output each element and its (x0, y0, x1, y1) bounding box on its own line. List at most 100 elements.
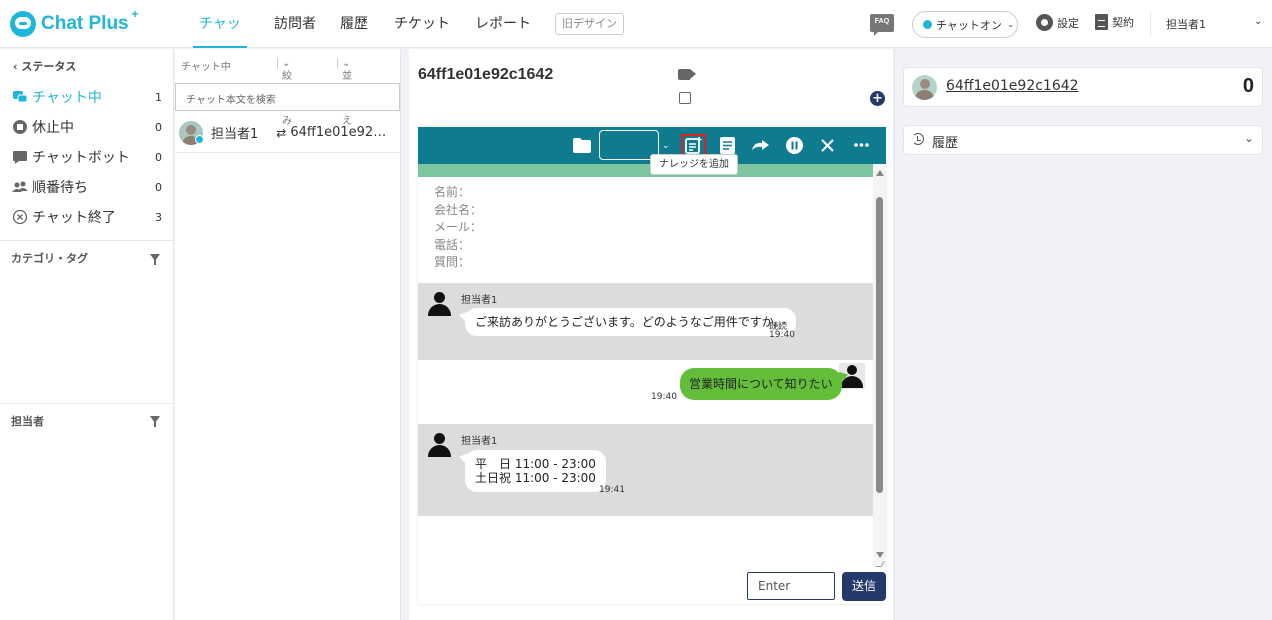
scroll-thumb[interactable] (876, 197, 883, 493)
assignee-filter-icon[interactable] (150, 416, 160, 427)
sidebar-item-ended[interactable]: チャット終了 3 (12, 206, 162, 228)
folder-icon[interactable] (573, 138, 591, 153)
add-circle-icon[interactable]: + (870, 91, 885, 106)
memo-icon[interactable] (679, 92, 691, 104)
operator-name: 担当者1 (461, 436, 498, 447)
tab-report[interactable]: レポート (475, 0, 531, 48)
category-filter-icon[interactable] (150, 254, 160, 265)
chat-list-header: チャット中 絞り込み ⌄ 並び替え ⌄ (175, 49, 401, 127)
transfer-icon[interactable] (751, 139, 771, 152)
sidebar-item-count: 0 (155, 150, 162, 164)
chat-search-input[interactable]: チャット本文を検索 (175, 83, 400, 111)
form-field-question: 質問： (434, 255, 471, 269)
document-list-icon[interactable] (720, 137, 735, 154)
close-circle-icon (12, 209, 28, 225)
history-icon (912, 133, 924, 145)
send-button[interactable]: 送信 (842, 572, 886, 601)
scroll-up-icon[interactable] (876, 170, 884, 176)
sort-dropdown[interactable]: 並び替え ⌄ (337, 58, 352, 127)
tab-chat[interactable]: チャット (193, 0, 247, 80)
chat-list-status-label: チャット中 (181, 62, 231, 73)
more-icon[interactable] (854, 143, 869, 147)
settings-label: 設定 (1057, 16, 1079, 30)
pause-icon[interactable] (786, 137, 803, 154)
sidebar-divider (0, 403, 174, 404)
sidebar-item-label: 順番待ち (32, 180, 88, 196)
status-section-title[interactable]: ‹ ステータス (13, 58, 76, 74)
sidebar-item-paused[interactable]: 休止中 0 (12, 116, 162, 138)
visitor-detail-panel: 64ff1e01e92c1642 0 履歴 ⌄ (894, 49, 1272, 620)
user-menu-chevron-icon[interactable]: ⌄ (1254, 16, 1262, 27)
gear-icon (1036, 14, 1053, 31)
hours-line-weekday: 平 日 11:00 - 23:00 (475, 457, 596, 471)
category-tag-title: カテゴリ・タグ (11, 252, 88, 265)
history-accordion[interactable]: 履歴 ⌄ (903, 125, 1263, 155)
old-design-button[interactable]: 旧デザイン (555, 13, 624, 35)
chat-list-panel: チャット中 絞り込み ⌄ 並び替え ⌄ チャット本文を検索 担当者1 ⇄ 64f… (175, 49, 401, 620)
visitor-card: 64ff1e01e92c1642 0 (903, 67, 1263, 107)
tab-visitors[interactable]: 訪問者 (274, 0, 316, 48)
visitor-form-fields: 名前： 会社名： メール： 電話： 質問： (434, 184, 482, 272)
filter-dropdown[interactable]: 絞り込み ⌄ (277, 58, 292, 127)
user-menu[interactable]: 担当者1 (1166, 16, 1206, 32)
visitor-count: 0 (1242, 75, 1254, 97)
online-status-dot (195, 135, 204, 144)
sidebar-item-label: チャット中 (32, 90, 102, 106)
header-divider (1150, 12, 1151, 36)
visitor-info-strip (418, 164, 873, 177)
sidebar-item-waiting[interactable]: 順番待ち 0 (12, 176, 162, 198)
panel-divider (894, 49, 895, 620)
message-scrollbar[interactable] (873, 164, 886, 565)
add-knowledge-tooltip: ナレッジを追加 (650, 154, 738, 175)
avatar (912, 75, 937, 100)
top-header: Chat Plus+ チャット 訪問者 履歴 チケット レポート 旧デザイン F… (0, 0, 1272, 80)
message-time: 19:40 (769, 330, 795, 340)
chevron-down-icon[interactable]: ⌄ (1244, 131, 1254, 145)
form-field-company: 会社名： (434, 202, 483, 217)
sidebar-item-count: 3 (155, 210, 162, 224)
conversation-title: 64ff1e01e92c1642 (418, 66, 554, 83)
sidebar-item-chatbot[interactable]: チャットボット 0 (12, 146, 162, 168)
people-icon (12, 181, 28, 192)
close-icon[interactable] (821, 139, 834, 152)
tab-history[interactable]: 履歴 (340, 0, 368, 48)
form-field-name: 名前： (434, 185, 471, 199)
chat-list-item[interactable]: 担当者1 ⇄ 64ff1e01e92… (175, 113, 400, 153)
add-knowledge-highlight (681, 134, 706, 156)
operator-message: 担当者1 平 日 11:00 - 23:00 土日祝 11:00 - 23:00… (418, 424, 873, 516)
transfer-arrows-icon: ⇄ (276, 125, 287, 140)
settings-button[interactable]: 設定 (1036, 14, 1079, 31)
visitor-id-link[interactable]: 64ff1e01e92c1642 (946, 78, 1079, 94)
sidebar-item-count: 0 (155, 120, 162, 134)
chat-status-toggle[interactable]: チャットオン ⌄ (912, 11, 1018, 38)
message-time: 19:41 (599, 485, 625, 495)
chat-plus-logo[interactable]: Chat Plus + (10, 7, 139, 38)
message-bubble: 平 日 11:00 - 23:00 土日祝 11:00 - 23:00 (465, 450, 606, 492)
chevron-down-icon[interactable]: ⌄ (662, 141, 670, 151)
message-input[interactable]: Enter (747, 572, 835, 600)
tab-ticket[interactable]: チケット (394, 0, 450, 48)
message-list: 名前： 会社名： メール： 電話： 質問： 担当者1 ご来訪ありがとうございます… (418, 177, 873, 565)
visitor-message-bubble: 営業時間について知りたい (680, 368, 842, 400)
sidebar-item-label: チャット終了 (32, 210, 116, 226)
hours-line-weekend: 土日祝 11:00 - 23:00 (475, 471, 596, 485)
chat-status-label: チャットオン (936, 18, 1002, 32)
stop-circle-icon (13, 120, 27, 134)
scroll-down-icon[interactable] (876, 552, 884, 558)
logo-text: Chat Plus + (41, 7, 139, 34)
conversation-panel: 64ff1e01e92c1642 + ⌄ ナレッジを追加 名前： 会社名： メー… (409, 49, 893, 620)
form-field-phone: 電話： (434, 237, 471, 252)
operator-name: 担当者1 (461, 295, 498, 306)
sidebar-item-chatting[interactable]: チャット中 1 (12, 86, 162, 108)
sidebar-item-count: 0 (155, 180, 162, 194)
operator-avatar-icon (427, 433, 453, 459)
sidebar-divider (0, 240, 174, 241)
contract-button[interactable]: 契約 (1095, 14, 1134, 30)
faq-icon[interactable]: FAQ (870, 14, 894, 36)
operator-avatar-icon (427, 292, 453, 318)
operator-message: 担当者1 ご来訪ありがとうございます。どのようなご用件ですか。 既読 19:40 (418, 283, 873, 360)
online-dot-icon (923, 20, 932, 29)
tag-icon[interactable] (678, 69, 696, 80)
bot-chat-icon (13, 151, 27, 164)
chevron-down-icon: ⌄ (1006, 19, 1015, 30)
